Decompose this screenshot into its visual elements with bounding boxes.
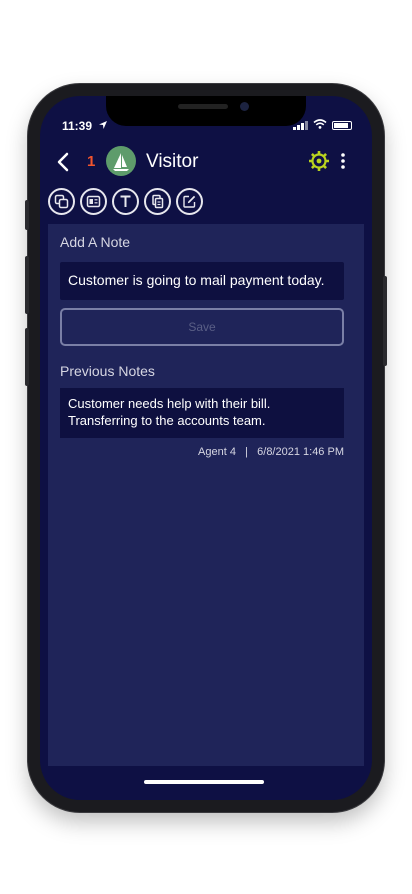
save-button[interactable]: Save <box>60 308 344 346</box>
chevron-left-icon[interactable] <box>54 150 74 174</box>
speaker <box>178 104 228 109</box>
previous-note-meta: Agent 4 | 6/8/2021 1:46 PM <box>198 446 344 458</box>
note-input[interactable]: Customer is going to mail payment today. <box>60 262 344 300</box>
battery-icon <box>332 120 352 130</box>
volume-down-button <box>25 328 29 386</box>
home-indicator[interactable] <box>144 780 264 784</box>
silent-switch <box>25 200 29 230</box>
text-icon[interactable] <box>112 188 139 215</box>
volume-up-button <box>25 256 29 314</box>
document-icon[interactable] <box>144 188 171 215</box>
previous-notes-label: Previous Notes <box>60 363 155 379</box>
wifi-icon <box>313 118 327 132</box>
header: 1 Visitor <box>40 142 372 182</box>
unread-count: 1 <box>87 153 96 170</box>
notes-panel: Add A Note Customer is going to mail pay… <box>48 224 364 766</box>
page-title: Visitor <box>146 151 199 172</box>
visitor-avatar <box>106 146 136 176</box>
notch <box>106 96 306 126</box>
gear-icon[interactable] <box>308 150 330 172</box>
previous-note: Customer needs help with their bill. Tra… <box>60 388 344 438</box>
copy-icon[interactable] <box>48 188 75 215</box>
power-button <box>383 276 387 366</box>
add-note-label: Add A Note <box>60 234 131 250</box>
card-icon[interactable] <box>80 188 107 215</box>
status-icons <box>293 118 352 132</box>
location-arrow-icon <box>98 119 108 133</box>
action-toolbar <box>48 188 203 215</box>
camera <box>240 102 249 111</box>
edit-icon[interactable] <box>176 188 203 215</box>
status-time: 11:39 <box>62 119 93 133</box>
more-options-icon[interactable] <box>340 152 346 170</box>
screen: 11:39 1 Visitor Add A Note Customer is g… <box>40 96 372 800</box>
phone-frame: 11:39 1 Visitor Add A Note Customer is g… <box>25 84 387 812</box>
